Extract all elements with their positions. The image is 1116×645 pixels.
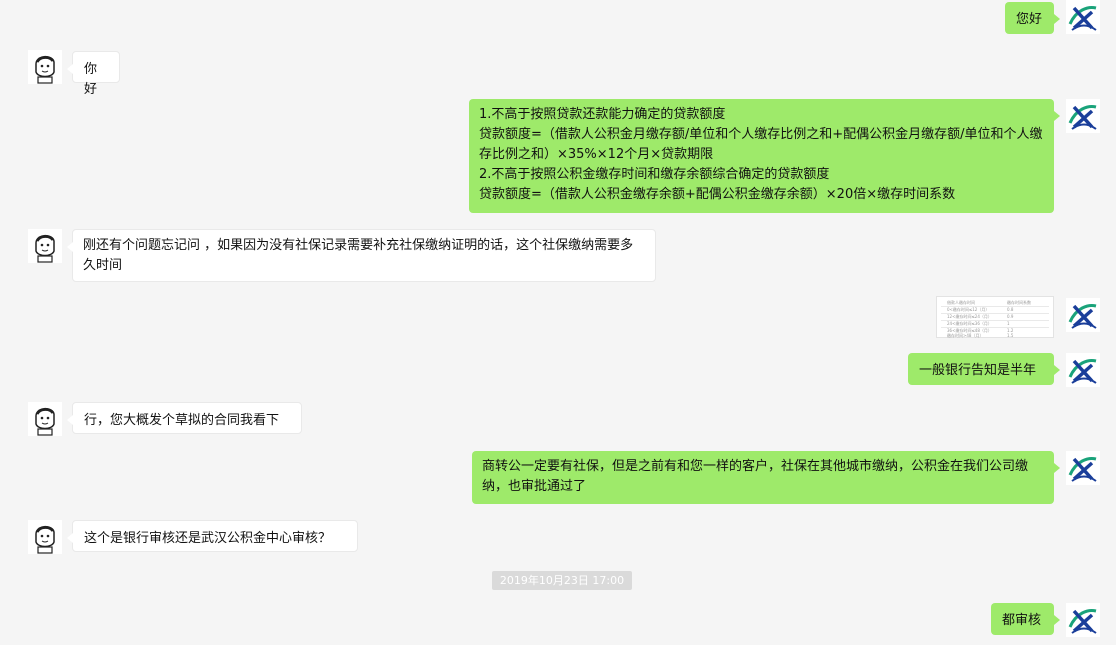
message-bubble[interactable]: 这个是银行审核还是武汉公积金中心审核？ — [67, 520, 358, 552]
company-logo-avatar-icon[interactable] — [1066, 298, 1100, 332]
cartoon-boy-avatar-icon[interactable] — [28, 520, 62, 554]
message-bubble[interactable]: 商转公一定要有社保，但是之前有和您一样的客户，社保在其他城市缴纳，公积金在我们公… — [472, 451, 1060, 504]
cartoon-boy-avatar-icon[interactable] — [28, 402, 62, 436]
message-text: 您好 — [1016, 12, 1043, 27]
company-logo-avatar-icon[interactable] — [1066, 99, 1100, 133]
message-text: 1.不高于按照贷款还款能力确定的贷款额度 贷款额度=（借款人公积金月缴存额/单位… — [479, 107, 1043, 202]
message-bubble[interactable]: 您好 — [1005, 2, 1060, 34]
thumb-cell: 24<缴存时间≤36（月） — [947, 321, 992, 326]
cartoon-boy-avatar-icon[interactable] — [28, 50, 62, 84]
message-text: 你好 — [84, 62, 98, 97]
thumb-cell: 1.5 — [1007, 333, 1014, 338]
image-message-thumbnail[interactable]: 借款人缴存时间 缴存时间系数 0<缴存时间≤12（月） 0.8 12<缴存时间≤… — [936, 296, 1054, 338]
thumb-cell: 0<缴存时间≤12（月） — [947, 307, 990, 312]
thumb-cell: 12<缴存时间≤24（月） — [947, 314, 992, 319]
company-logo-avatar-icon[interactable] — [1066, 353, 1100, 387]
message-bubble[interactable]: 都审核 — [991, 603, 1060, 635]
message-bubble[interactable]: 一般银行告知是半年 — [908, 353, 1060, 385]
thumb-cell: 1 — [1007, 321, 1010, 326]
thumb-cell: 0.8 — [1007, 307, 1014, 312]
message-text: 商转公一定要有社保，但是之前有和您一样的客户，社保在其他城市缴纳，公积金在我们公… — [482, 459, 1029, 494]
message-bubble[interactable]: 刚还有个问题忘记问 ，如果因为没有社保记录需要补充社保缴纳证明的话，这个社保缴纳… — [67, 229, 656, 282]
cartoon-boy-avatar-icon[interactable] — [28, 229, 62, 263]
chat-timestamp: 2019年10月23日 17:00 — [492, 571, 632, 590]
thumb-header-right: 缴存时间系数 — [1007, 300, 1031, 305]
company-logo-avatar-icon[interactable] — [1066, 603, 1100, 637]
company-logo-avatar-icon[interactable] — [1066, 0, 1100, 34]
message-text: 都审核 — [1002, 613, 1042, 628]
message-bubble[interactable]: 行，您大概发个草拟的合同我看下 — [67, 402, 302, 434]
company-logo-avatar-icon[interactable] — [1066, 451, 1100, 485]
message-text: 行，您大概发个草拟的合同我看下 — [84, 413, 280, 428]
message-bubble[interactable]: 你好 — [67, 51, 120, 97]
message-text: 一般银行告知是半年 — [919, 363, 1037, 378]
message-text: 刚还有个问题忘记问 ，如果因为没有社保记录需要补充社保缴纳证明的话，这个社保缴纳… — [83, 238, 634, 273]
thumb-cell: 0.9 — [1007, 314, 1014, 319]
message-bubble[interactable]: 1.不高于按照贷款还款能力确定的贷款额度 贷款额度=（借款人公积金月缴存额/单位… — [469, 99, 1060, 213]
thumb-cell: 缴存时间>48（月） — [947, 333, 984, 338]
message-text: 这个是银行审核还是武汉公积金中心审核？ — [84, 531, 332, 546]
thumb-header-left: 借款人缴存时间 — [947, 300, 975, 305]
